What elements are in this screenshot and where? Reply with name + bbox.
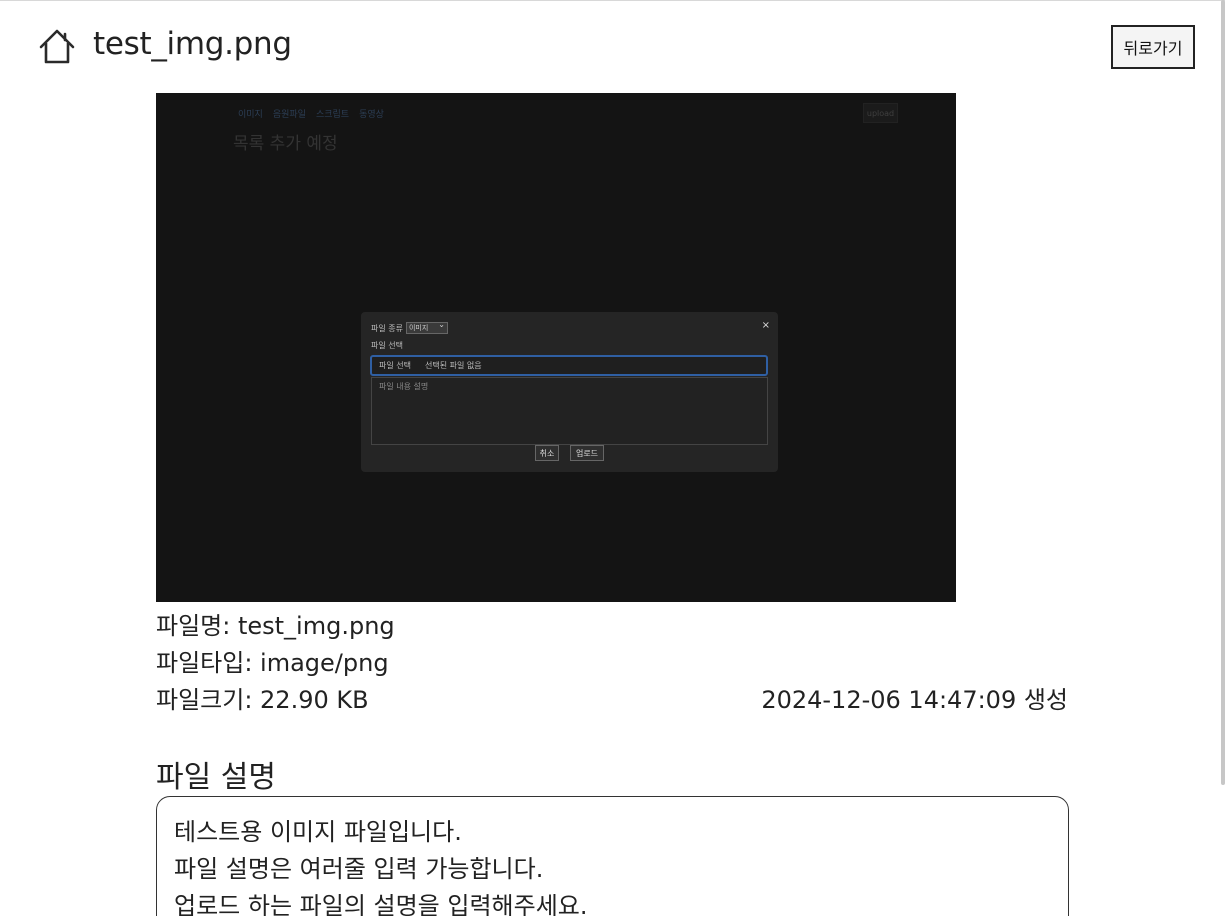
preview-select-label: 파일 선택 <box>371 341 403 350</box>
preview-nav: 이미지 음원파일 스크립트 동영상 <box>238 107 384 120</box>
description-box: 테스트용 이미지 파일입니다. 파일 설명은 여러줄 입력 가능합니다. 업로드… <box>156 796 1069 916</box>
preview-heading: 목록 추가 예정 <box>233 134 338 154</box>
preview-file-input: 파일 선택 선택된 파일 없음 <box>370 355 768 376</box>
file-type: 파일타입: image/png <box>156 649 389 677</box>
preview-cancel-button: 취소 <box>535 445 559 461</box>
preview-nav-item: 음원파일 <box>272 110 306 120</box>
image-preview: 이미지 음원파일 스크립트 동영상 upload 목록 추가 예정 파일 종류 … <box>156 93 956 602</box>
scrollbar[interactable] <box>1221 0 1225 785</box>
preview-upload-modal: 파일 종류 이미지 × 파일 선택 파일 선택 선택된 파일 없음 파일 내용 … <box>361 312 778 472</box>
description-heading: 파일 설명 <box>156 760 276 795</box>
preview-type-select: 이미지 <box>405 320 448 334</box>
file-name: 파일명: test_img.png <box>156 612 395 640</box>
back-button[interactable]: 뒤로가기 <box>1111 25 1195 69</box>
preview-file-status: 선택된 파일 없음 <box>424 361 482 370</box>
preview-nav-item: 스크립트 <box>315 110 350 120</box>
preview-type-label: 파일 종류 <box>371 323 403 333</box>
preview-description-field: 파일 내용 설명 <box>371 377 768 445</box>
top-divider <box>0 0 1225 1</box>
page-title: test_img.png <box>93 26 292 62</box>
preview-type-row: 파일 종류 이미지 <box>371 320 448 334</box>
preview-nav-item: 동영상 <box>359 110 384 120</box>
created-date: 2024-12-06 14:47:09 생성 <box>761 686 1068 714</box>
home-icon[interactable] <box>38 28 76 66</box>
file-size: 파일크기: 22.90 KB <box>156 686 369 714</box>
preview-close-icon: × <box>761 320 770 331</box>
preview-upload-button: upload <box>863 103 898 123</box>
preview-file-button: 파일 선택 <box>379 361 411 370</box>
preview-submit-button: 업로드 <box>570 445 604 461</box>
preview-nav-item: 이미지 <box>238 110 263 120</box>
